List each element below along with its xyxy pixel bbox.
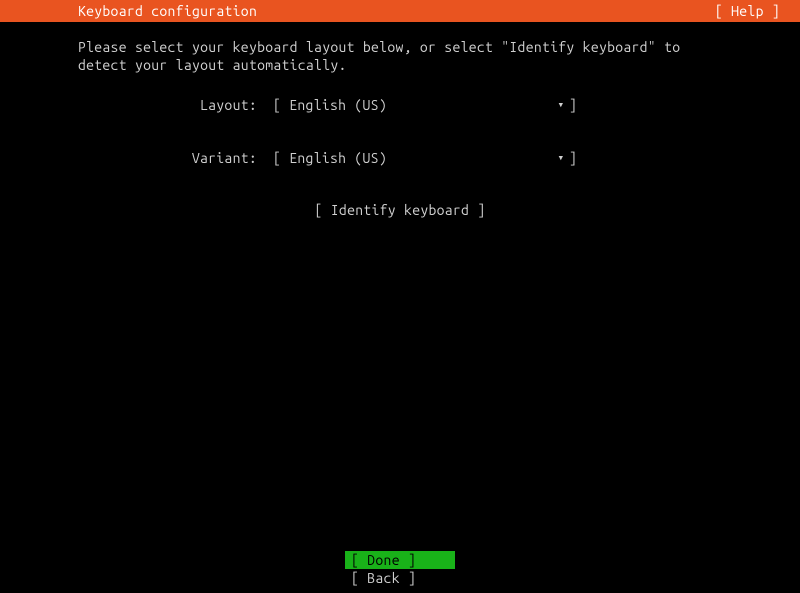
header-bar: Keyboard configuration [ Help ]: [0, 0, 800, 22]
layout-label: Layout:: [78, 96, 273, 114]
layout-dropdown-value: [ English (US): [273, 96, 553, 114]
page-title: Keyboard configuration: [78, 3, 257, 19]
identify-keyboard-button[interactable]: [ Identify keyboard ]: [78, 201, 722, 219]
variant-dropdown-close: ]: [569, 149, 577, 167]
layout-row: Layout: [ English (US) ▾ ]: [78, 96, 722, 114]
back-button[interactable]: [ Back ]: [345, 569, 455, 587]
variant-label: Variant:: [78, 149, 273, 167]
variant-dropdown[interactable]: [ English (US) ▾ ]: [273, 149, 577, 167]
chevron-down-icon: ▾: [553, 151, 569, 165]
layout-dropdown[interactable]: [ English (US) ▾ ]: [273, 96, 577, 114]
chevron-down-icon: ▾: [553, 98, 569, 112]
layout-dropdown-close: ]: [569, 96, 577, 114]
help-button[interactable]: [ Help ]: [715, 3, 780, 19]
content-area: Please select your keyboard layout below…: [0, 22, 800, 219]
footer-buttons: [ Done ] [ Back ]: [0, 551, 800, 587]
done-button[interactable]: [ Done ]: [345, 551, 455, 569]
instruction-text: Please select your keyboard layout below…: [78, 38, 722, 74]
variant-row: Variant: [ English (US) ▾ ]: [78, 149, 722, 167]
variant-dropdown-value: [ English (US): [273, 149, 553, 167]
